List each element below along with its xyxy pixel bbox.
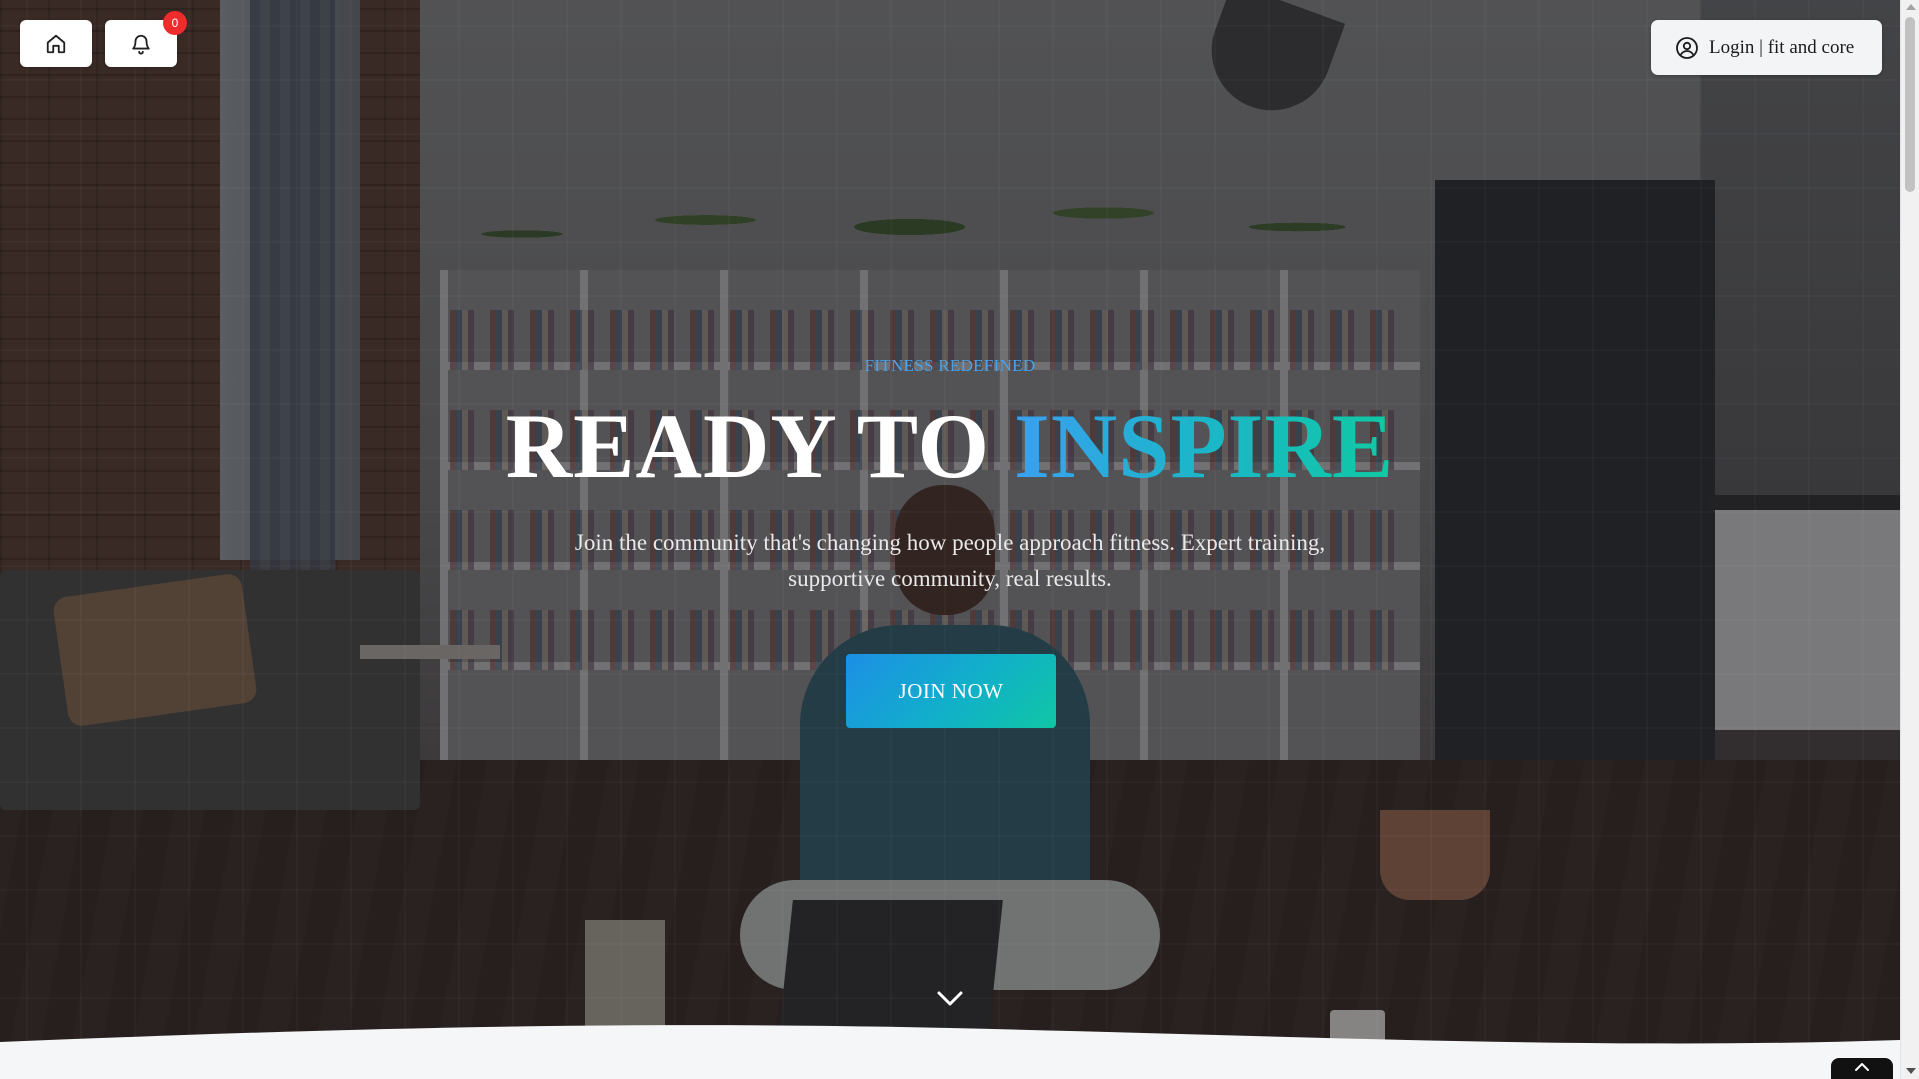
home-button[interactable] (20, 20, 92, 67)
login-button[interactable]: Login | fit and core (1651, 20, 1882, 75)
headline-plain: READY TO (505, 395, 991, 497)
scrollbar-thumb[interactable] (1905, 17, 1915, 192)
scroll-down-arrow-icon[interactable] (1906, 1068, 1916, 1074)
hero-subhead: Join the community that's changing how p… (574, 530, 1326, 591)
hero-headline: READY TO INSPIRE (0, 400, 1900, 492)
page-scrollbar[interactable] (1900, 0, 1919, 1079)
bell-icon (132, 34, 150, 55)
back-to-top-button[interactable] (1831, 1058, 1893, 1079)
chevron-up-icon (1855, 1063, 1869, 1071)
login-label: Login | fit and core (1709, 36, 1855, 58)
notification-count-badge: 0 (163, 11, 187, 35)
scroll-up-arrow-icon[interactable] (1906, 4, 1916, 10)
user-circle-icon (1676, 36, 1698, 59)
home-icon (46, 34, 66, 53)
chevron-down-icon (937, 991, 963, 1006)
join-now-button[interactable]: JOIN NOW (846, 654, 1056, 728)
section-wave-divider (0, 1025, 1900, 1079)
page-viewport: 0 Login | fit and core FITNESS REDEFINED… (0, 0, 1900, 1079)
hero-kicker: FITNESS REDEFINED (864, 356, 1036, 375)
headline-accent: INSPIRE (1014, 395, 1395, 497)
hero-section: 0 Login | fit and core FITNESS REDEFINED… (0, 0, 1900, 1079)
scroll-down-button[interactable] (934, 985, 966, 1013)
